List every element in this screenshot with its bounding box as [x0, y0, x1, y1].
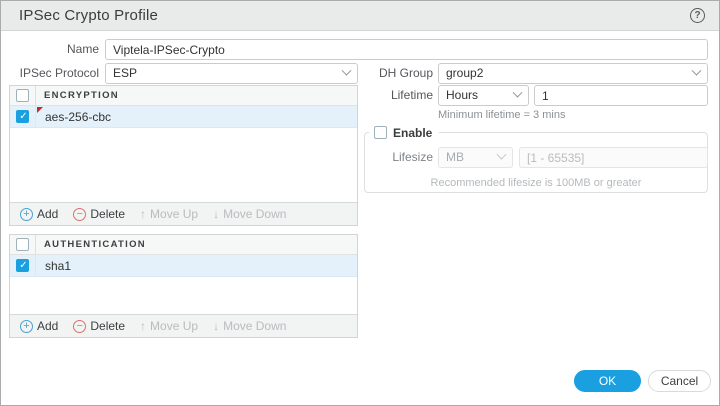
- delete-label: Delete: [90, 319, 126, 333]
- encryption-row-value: aes-256-cbc: [45, 109, 112, 124]
- ipsec-crypto-profile-dialog: IPSec Crypto Profile Name IPSec Protocol…: [0, 0, 720, 406]
- delete-icon: [73, 319, 87, 333]
- encryption-table: ENCRYPTION aes-256-cbc Add Delete M: [9, 85, 358, 226]
- encryption-row-checkbox[interactable]: [16, 110, 30, 123]
- authentication-row[interactable]: sha1: [10, 255, 357, 277]
- authentication-row-cell: sha1: [36, 255, 357, 276]
- encryption-empty-area: [10, 128, 357, 202]
- ipsec-protocol-value: ESP: [113, 66, 138, 80]
- encryption-row-checkbox-cell: [10, 106, 36, 127]
- enable-legend: Enable: [369, 125, 440, 140]
- move-down-icon: [213, 207, 219, 221]
- move-down-icon: [213, 319, 219, 333]
- dh-group-label: DH Group: [378, 66, 433, 80]
- dh-group-value: group2: [446, 66, 484, 80]
- minimum-lifetime-note: Minimum lifetime = 3 mins: [438, 109, 566, 121]
- authentication-select-all-cell: [10, 235, 36, 254]
- authentication-row-checkbox-cell: [10, 255, 36, 276]
- encryption-select-all-cell: [10, 86, 36, 105]
- move-up-icon: [140, 319, 146, 333]
- cancel-button[interactable]: Cancel: [648, 370, 711, 392]
- authentication-toolbar: Add Delete Move Up Move Down: [10, 314, 357, 337]
- add-icon: [20, 207, 33, 221]
- delete-icon: [73, 207, 87, 221]
- encryption-toolbar: Add Delete Move Up Move Down: [10, 202, 357, 225]
- ipsec-protocol-select[interactable]: ESP: [105, 63, 358, 84]
- authentication-delete-button[interactable]: Delete: [73, 319, 125, 333]
- enable-checkbox[interactable]: [374, 126, 387, 139]
- add-label: Add: [37, 207, 59, 221]
- encryption-header: ENCRYPTION: [10, 86, 357, 106]
- authentication-move-down-button[interactable]: Move Down: [213, 319, 286, 333]
- authentication-select-all-checkbox[interactable]: [16, 238, 29, 251]
- lifetime-unit-select[interactable]: Hours: [438, 85, 529, 106]
- lifetime-value-input[interactable]: [534, 85, 708, 106]
- authentication-row-value: sha1: [45, 258, 72, 273]
- encryption-row-cell: aes-256-cbc: [36, 106, 357, 127]
- encryption-select-all-checkbox[interactable]: [16, 89, 29, 102]
- name-input[interactable]: [105, 39, 708, 60]
- move-down-label: Move Down: [223, 207, 287, 221]
- move-up-label: Move Up: [150, 207, 199, 221]
- authentication-row-checkbox[interactable]: [16, 259, 30, 272]
- authentication-empty-area: [10, 277, 357, 314]
- delete-label: Delete: [90, 207, 126, 221]
- modified-flag-icon: [37, 107, 43, 113]
- enable-label: Enable: [393, 125, 433, 140]
- lifesize-unit-select[interactable]: MB: [438, 147, 513, 168]
- chevron-down-icon: [496, 149, 507, 160]
- add-icon: [20, 319, 33, 333]
- ipsec-protocol-label: IPSec Protocol: [19, 66, 99, 80]
- authentication-table: AUTHENTICATION sha1 Add Delete Move Up: [9, 234, 358, 338]
- ok-button[interactable]: OK: [574, 370, 641, 392]
- add-label: Add: [37, 319, 59, 333]
- authentication-header: AUTHENTICATION: [10, 235, 357, 255]
- recommended-lifesize-note: Recommended lifesize is 100MB or greater: [430, 177, 642, 189]
- chevron-down-icon: [512, 87, 523, 98]
- lifesize-value-input[interactable]: [519, 147, 708, 168]
- encryption-move-up-button[interactable]: Move Up: [140, 207, 198, 221]
- encryption-delete-button[interactable]: Delete: [73, 207, 125, 221]
- encryption-row[interactable]: aes-256-cbc: [10, 106, 357, 128]
- name-label: Name: [66, 42, 99, 56]
- chevron-down-icon: [691, 65, 702, 76]
- dialog-title: IPSec Crypto Profile: [19, 7, 159, 24]
- authentication-move-up-button[interactable]: Move Up: [140, 319, 198, 333]
- lifetime-unit-value: Hours: [446, 88, 479, 102]
- encryption-add-button[interactable]: Add: [20, 207, 58, 221]
- lifesize-unit-value: MB: [446, 150, 464, 164]
- move-down-label: Move Down: [223, 319, 287, 333]
- dh-group-select[interactable]: group2: [438, 63, 708, 84]
- encryption-move-down-button[interactable]: Move Down: [213, 207, 286, 221]
- authentication-add-button[interactable]: Add: [20, 319, 58, 333]
- dialog-titlebar: IPSec Crypto Profile: [1, 1, 719, 31]
- authentication-column-title: AUTHENTICATION: [44, 239, 146, 250]
- encryption-column-title: ENCRYPTION: [44, 90, 119, 101]
- move-up-icon: [140, 207, 146, 221]
- help-icon[interactable]: [690, 8, 705, 23]
- move-up-label: Move Up: [150, 319, 199, 333]
